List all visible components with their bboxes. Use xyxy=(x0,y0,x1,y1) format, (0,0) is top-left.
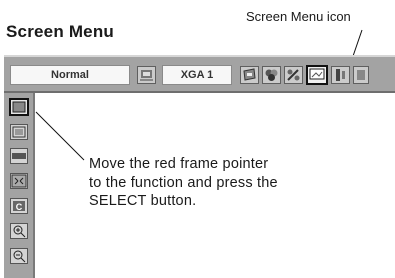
instruction-text: Move the red frame pointer to the functi… xyxy=(89,155,389,211)
instruction-line: SELECT button. xyxy=(89,193,197,209)
setting-icon[interactable] xyxy=(284,66,303,84)
screen-mode-field[interactable]: Normal xyxy=(10,65,130,85)
wide-screen-icon[interactable] xyxy=(10,148,28,164)
instruction-line: to the function and press the xyxy=(89,174,278,191)
leader-lines xyxy=(35,29,363,161)
svg-text:C: C xyxy=(16,202,23,212)
image-icon[interactable] xyxy=(240,66,259,84)
input-signal-field[interactable]: XGA 1 xyxy=(162,65,232,85)
screen-size-icon[interactable] xyxy=(137,66,156,84)
instruction-line: Move the red frame pointer xyxy=(89,156,269,172)
menu-bar: Normal XGA 1 xyxy=(4,55,395,93)
true-screen-icon[interactable] xyxy=(10,124,28,140)
screen-submenu-column: C xyxy=(4,93,35,278)
extra-icon[interactable] xyxy=(353,66,369,84)
full-screen-icon[interactable] xyxy=(10,173,28,189)
instruction-leader-line xyxy=(35,111,85,161)
custom-screen-icon[interactable]: C xyxy=(10,198,28,214)
normal-screen-icon[interactable] xyxy=(9,98,29,116)
info-icon[interactable] xyxy=(331,66,350,84)
color-icon[interactable] xyxy=(262,66,281,84)
digital-zoom-plus-icon[interactable] xyxy=(10,223,28,239)
digital-zoom-minus-icon[interactable] xyxy=(10,248,28,264)
screen-menu-icon[interactable] xyxy=(306,65,328,85)
